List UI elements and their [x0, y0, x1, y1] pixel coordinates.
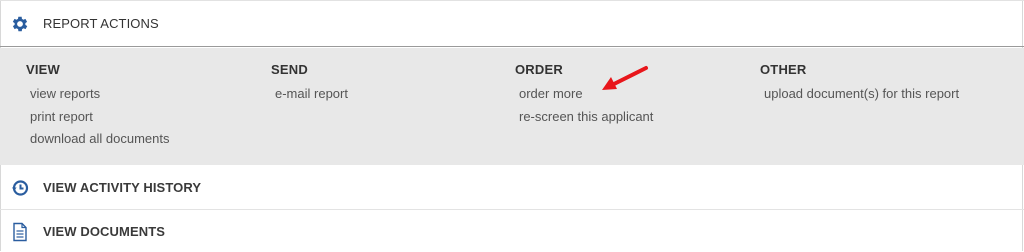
view-reports-link[interactable]: view reports [30, 83, 169, 106]
download-all-documents-link[interactable]: download all documents [30, 128, 169, 151]
report-actions-header[interactable]: REPORT ACTIONS [0, 1, 1024, 47]
print-report-link[interactable]: print report [30, 106, 169, 129]
view-documents-header[interactable]: VIEW DOCUMENTS [0, 211, 1024, 252]
send-column: SEND e-mail report [271, 62, 348, 106]
view-documents-title: VIEW DOCUMENTS [43, 224, 166, 239]
email-report-link[interactable]: e-mail report [275, 83, 348, 106]
report-actions-title: REPORT ACTIONS [43, 16, 159, 31]
rescreen-applicant-link[interactable]: re-screen this applicant [519, 106, 653, 129]
report-actions-panel: VIEW view reports print report download … [0, 48, 1024, 165]
view-column-title: VIEW [26, 62, 61, 77]
other-column-title: OTHER [760, 62, 807, 77]
other-column: OTHER upload document(s) for this report [760, 62, 959, 106]
gear-icon [9, 13, 31, 35]
upload-documents-link[interactable]: upload document(s) for this report [764, 83, 959, 106]
view-activity-history-header[interactable]: VIEW ACTIVITY HISTORY [0, 166, 1024, 210]
view-column: VIEW view reports print report download … [26, 62, 169, 151]
view-activity-history-title: VIEW ACTIVITY HISTORY [43, 180, 202, 195]
document-icon [9, 221, 31, 243]
send-column-title: SEND [271, 62, 308, 77]
annotation-arrow [602, 66, 648, 90]
history-icon [9, 177, 31, 199]
